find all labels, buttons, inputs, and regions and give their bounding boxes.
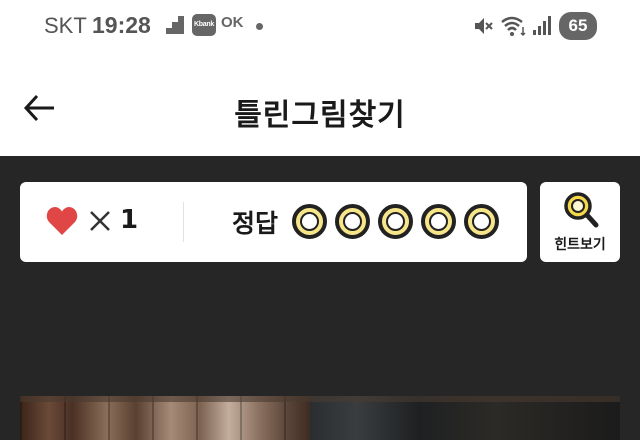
signal-icon	[533, 16, 551, 35]
kbank-icon: Kbank	[192, 14, 216, 36]
clock: 19:28	[92, 12, 151, 38]
divider	[183, 202, 184, 242]
wifi-icon	[501, 16, 526, 37]
puzzle-image[interactable]	[20, 396, 620, 440]
answer-slot	[335, 204, 370, 239]
hint-label: 힌트보기	[554, 237, 606, 253]
hint-button[interactable]: 힌트보기	[540, 182, 620, 262]
answer-label: 정답	[232, 209, 279, 238]
heart-icon	[46, 207, 78, 235]
page-title: 틀린그림찾기	[234, 98, 406, 133]
answer-slot	[378, 204, 413, 239]
notification-dot-icon	[256, 23, 263, 30]
battery-indicator: 65	[559, 12, 597, 40]
score-card: 1 정답	[20, 182, 527, 262]
answer-slot	[421, 204, 456, 239]
puzzle-image-right-panel	[310, 396, 620, 440]
times-icon	[90, 211, 110, 231]
mute-icon	[475, 18, 493, 34]
magnifier-icon	[564, 192, 599, 228]
ok-icon: OK	[221, 14, 244, 31]
answer-slot	[464, 204, 499, 239]
stairs-icon	[166, 16, 184, 34]
lives-count: 1	[120, 205, 139, 235]
status-bar: SKT 19:28 Kbank OK 65	[0, 0, 640, 54]
app-header: 틀린그림찾기	[0, 54, 640, 156]
answer-circles	[292, 204, 499, 240]
answer-slot	[292, 204, 327, 239]
carrier-label: SKT	[44, 13, 87, 38]
game-area: 1 정답 힌트보기	[0, 156, 640, 440]
